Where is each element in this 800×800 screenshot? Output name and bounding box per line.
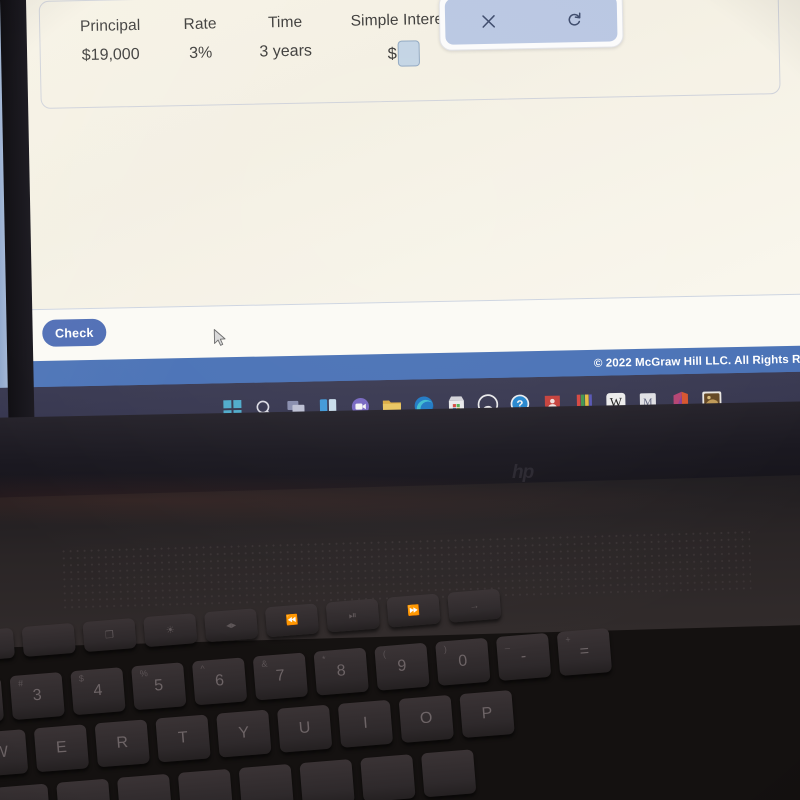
column-header-principal: Principal: [79, 16, 141, 36]
key-letter[interactable]: P: [459, 690, 515, 739]
key-number[interactable]: * 8: [313, 647, 369, 696]
key-number[interactable]: % 5: [131, 662, 187, 711]
key-home-row[interactable]: [360, 754, 416, 800]
close-icon: [479, 12, 496, 29]
key-sup: *: [321, 653, 327, 665]
key-label: 3: [32, 686, 43, 705]
check-button[interactable]: Check: [42, 318, 107, 347]
key-home-row[interactable]: [0, 783, 51, 800]
key-number[interactable]: $4: [70, 667, 126, 716]
key-home-row[interactable]: [238, 763, 294, 800]
key-number[interactable]: (9: [374, 642, 430, 691]
key-sup: (: [382, 648, 387, 660]
key-fn[interactable]: ❐: [82, 618, 137, 653]
column-header-rate: Rate: [183, 15, 217, 34]
clear-button[interactable]: [445, 0, 532, 45]
value-time: 3 years: [259, 42, 313, 61]
key-fn[interactable]: ⏯: [325, 598, 380, 633]
key-number[interactable]: ) 0: [435, 637, 491, 686]
key-home-row[interactable]: [299, 759, 355, 800]
key-label: 4: [92, 681, 104, 700]
key-fn[interactable]: ⏪: [264, 603, 320, 638]
key-label: 9: [396, 657, 408, 676]
key-home-row[interactable]: [421, 749, 477, 798]
tool-panel-inner: [444, 0, 618, 45]
key-number[interactable]: _ -: [495, 632, 552, 681]
value-rate: 3%: [188, 44, 213, 62]
key-letter[interactable]: W: [0, 729, 29, 778]
key-sup: $: [78, 673, 85, 684]
mouse-cursor: [213, 328, 227, 348]
simple-interest-input[interactable]: [397, 40, 421, 67]
key-sup: +: [564, 634, 572, 645]
simple-interest-table: Principal Rate Time Simple Interest $19,…: [57, 11, 458, 74]
key-home-row[interactable]: [177, 768, 234, 800]
key-fn[interactable]: [21, 622, 76, 657]
copyright-text: © 2022 McGraw Hill LLC. All Rights Rese: [593, 353, 800, 370]
key-fn[interactable]: ⎇: [0, 627, 16, 662]
key-sup: %: [139, 668, 149, 679]
key-number[interactable]: & 7: [252, 652, 309, 701]
key-letter[interactable]: O: [398, 694, 454, 743]
key-fn[interactable]: ◂▸: [204, 608, 259, 643]
key-label: =: [579, 642, 590, 661]
key-home-row[interactable]: [117, 773, 173, 800]
key-letter[interactable]: R: [94, 719, 150, 768]
laptop-photo: Principal Rate Time Simple Interest $19,…: [0, 0, 800, 800]
screen-content: Principal Rate Time Simple Interest $19,…: [0, 0, 800, 420]
key-sup: #: [17, 678, 24, 689]
key-fn[interactable]: ☀: [143, 613, 198, 648]
key-sup: &: [260, 658, 268, 669]
value-principal: $19,000: [81, 45, 140, 65]
hp-logo: hp: [512, 462, 534, 483]
key-label: 5: [153, 676, 164, 695]
key-label: 0: [457, 652, 468, 671]
key-letter[interactable]: Y: [216, 709, 272, 758]
key-letter[interactable]: E: [33, 724, 90, 773]
key-label: -: [520, 647, 527, 666]
undo-arrow-icon: [564, 10, 583, 29]
column-header-time: Time: [267, 13, 303, 32]
key-number[interactable]: @2: [0, 676, 5, 725]
currency-symbol: $: [387, 44, 398, 63]
key-number[interactable]: + =: [556, 628, 613, 677]
key-label: 7: [275, 667, 286, 685]
key-sup: ^: [200, 663, 206, 674]
undo-button[interactable]: [531, 0, 618, 43]
key-number[interactable]: ^ 6: [191, 657, 248, 706]
key-sup: _: [504, 639, 510, 650]
key-label: 8: [336, 662, 347, 680]
key-letter[interactable]: I: [337, 699, 394, 748]
key-sup: ): [443, 644, 448, 655]
key-letter[interactable]: U: [276, 704, 333, 753]
key-home-row[interactable]: [56, 778, 112, 800]
tool-panel: [438, 0, 624, 51]
key-fn[interactable]: →: [447, 588, 502, 623]
key-label: 6: [214, 672, 225, 690]
key-letter[interactable]: T: [155, 714, 211, 763]
key-fn[interactable]: ⏩: [386, 593, 441, 628]
laptop-screen: Principal Rate Time Simple Interest $19,…: [0, 0, 800, 420]
key-number[interactable]: #3: [9, 672, 65, 721]
